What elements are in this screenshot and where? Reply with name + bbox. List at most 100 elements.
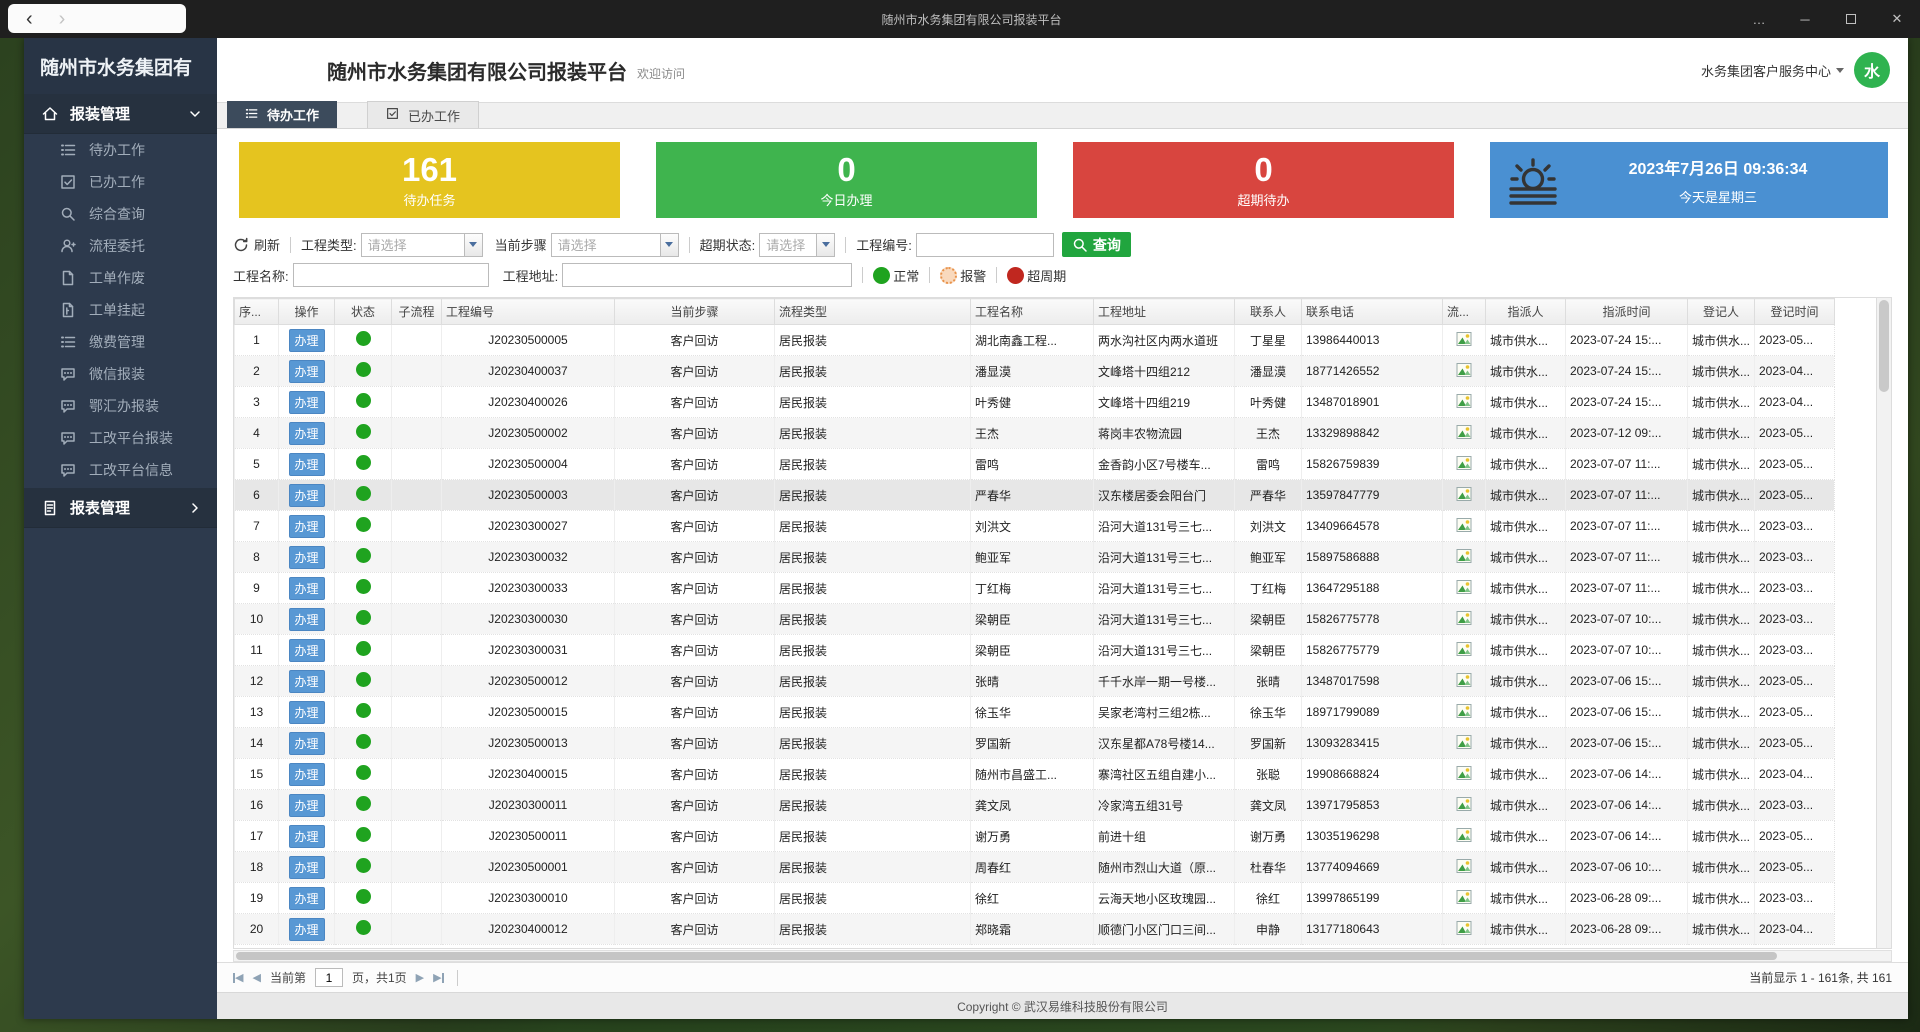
- flowchart-icon[interactable]: [1456, 889, 1472, 905]
- name-input[interactable]: [293, 263, 489, 287]
- prev-page-icon[interactable]: ◀: [252, 971, 260, 984]
- handle-button[interactable]: 办理: [289, 515, 325, 538]
- maximize-icon[interactable]: [1828, 0, 1874, 38]
- table-row[interactable]: 15办理J20230400015客户回访居民报装随州市昌盛工...寨湾社区五组自…: [235, 759, 1835, 790]
- table-row[interactable]: 12办理J20230500012客户回访居民报装张晴千千水岸一期一号楼...张晴…: [235, 666, 1835, 697]
- flowchart-icon[interactable]: [1456, 796, 1472, 812]
- stat-card-待办任务[interactable]: 161待办任务: [239, 142, 620, 218]
- column-header-工程地址[interactable]: 工程地址: [1094, 299, 1235, 325]
- handle-button[interactable]: 办理: [289, 422, 325, 445]
- table-row[interactable]: 11办理J20230300031客户回访居民报装梁朝臣沿河大道131号三七...…: [235, 635, 1835, 666]
- column-header-子流程[interactable]: 子流程: [392, 299, 442, 325]
- flowchart-icon[interactable]: [1456, 610, 1472, 626]
- flowchart-icon[interactable]: [1456, 672, 1472, 688]
- last-page-icon[interactable]: ▶: [433, 971, 443, 984]
- flowchart-icon[interactable]: [1456, 765, 1472, 781]
- sidebar-item-综合查询[interactable]: 综合查询: [24, 198, 217, 230]
- sidebar-item-微信报装[interactable]: 微信报装: [24, 358, 217, 390]
- flowchart-icon[interactable]: [1456, 579, 1472, 595]
- forward-icon[interactable]: ›: [59, 9, 66, 29]
- flowchart-icon[interactable]: [1456, 517, 1472, 533]
- next-page-icon[interactable]: ▶: [416, 971, 424, 984]
- column-header-联系人[interactable]: 联系人: [1235, 299, 1302, 325]
- flowchart-icon[interactable]: [1456, 920, 1472, 936]
- sidebar-group-baozhuang[interactable]: 报装管理: [24, 94, 217, 134]
- handle-button[interactable]: 办理: [289, 763, 325, 786]
- sidebar-group-baobiao[interactable]: 报表管理: [24, 488, 217, 528]
- sidebar-item-工单挂起[interactable]: 工单挂起: [24, 294, 217, 326]
- handle-button[interactable]: 办理: [289, 329, 325, 352]
- table-row[interactable]: 10办理J20230300030客户回访居民报装梁朝臣沿河大道131号三七...…: [235, 604, 1835, 635]
- user-center-menu[interactable]: 水务集团客户服务中心: [1701, 61, 1844, 80]
- table-row[interactable]: 6办理J20230500003客户回访居民报装严春华汉东楼居委会阳台门严春华13…: [235, 480, 1835, 511]
- column-header-联系电话[interactable]: 联系电话: [1302, 299, 1443, 325]
- handle-button[interactable]: 办理: [289, 856, 325, 879]
- first-page-icon[interactable]: ◀: [233, 971, 243, 984]
- refresh-button[interactable]: 刷新: [233, 235, 280, 254]
- table-row[interactable]: 19办理J20230300010客户回访居民报装徐红云海天地小区玫瑰园...徐红…: [235, 883, 1835, 914]
- flowchart-icon[interactable]: [1456, 362, 1472, 378]
- handle-button[interactable]: 办理: [289, 794, 325, 817]
- flowchart-icon[interactable]: [1456, 393, 1472, 409]
- column-header-流...[interactable]: 流...: [1443, 299, 1486, 325]
- tab-pending-work[interactable]: 待办工作: [227, 101, 337, 128]
- handle-button[interactable]: 办理: [289, 639, 325, 662]
- table-row[interactable]: 3办理J20230400026客户回访居民报装叶秀健文峰塔十四组219叶秀健13…: [235, 387, 1835, 418]
- addr-input[interactable]: [562, 263, 852, 287]
- sidebar-item-待办工作[interactable]: 待办工作: [24, 134, 217, 166]
- search-button[interactable]: 查询: [1062, 232, 1131, 257]
- table-row[interactable]: 8办理J20230300032客户回访居民报装鲍亚军沿河大道131号三七...鲍…: [235, 542, 1835, 573]
- column-header-序...[interactable]: 序...: [235, 299, 279, 325]
- close-icon[interactable]: ✕: [1874, 0, 1920, 38]
- table-row[interactable]: 16办理J20230300011客户回访居民报装龚文凤冷家湾五组31号龚文凤13…: [235, 790, 1835, 821]
- handle-button[interactable]: 办理: [289, 918, 325, 941]
- horizontal-scrollbar[interactable]: [233, 950, 1892, 962]
- column-header-当前步骤[interactable]: 当前步骤: [615, 299, 775, 325]
- flowchart-icon[interactable]: [1456, 734, 1472, 750]
- table-row[interactable]: 4办理J20230500002客户回访居民报装王杰蒋岗丰农物流园王杰133298…: [235, 418, 1835, 449]
- handle-button[interactable]: 办理: [289, 546, 325, 569]
- column-header-状态[interactable]: 状态: [335, 299, 392, 325]
- flowchart-icon[interactable]: [1456, 703, 1472, 719]
- handle-button[interactable]: 办理: [289, 453, 325, 476]
- handle-button[interactable]: 办理: [289, 670, 325, 693]
- handle-button[interactable]: 办理: [289, 608, 325, 631]
- sidebar-item-缴费管理[interactable]: 缴费管理: [24, 326, 217, 358]
- flowchart-icon[interactable]: [1456, 331, 1472, 347]
- sidebar-item-工单作废[interactable]: 工单作废: [24, 262, 217, 294]
- sidebar-item-流程委托[interactable]: 流程委托: [24, 230, 217, 262]
- minimize-icon[interactable]: ─: [1782, 0, 1828, 38]
- flowchart-icon[interactable]: [1456, 455, 1472, 471]
- page-input[interactable]: [315, 968, 343, 987]
- type-select[interactable]: 请选择: [361, 233, 483, 257]
- code-input[interactable]: [916, 233, 1054, 257]
- column-header-指派人[interactable]: 指派人: [1486, 299, 1566, 325]
- column-header-工程名称[interactable]: 工程名称: [971, 299, 1094, 325]
- handle-button[interactable]: 办理: [289, 360, 325, 383]
- tab-done-work[interactable]: 已办工作: [367, 101, 479, 128]
- sidebar-item-已办工作[interactable]: 已办工作: [24, 166, 217, 198]
- handle-button[interactable]: 办理: [289, 391, 325, 414]
- overdue-select[interactable]: 请选择: [759, 233, 835, 257]
- stat-card-超期待办[interactable]: 0超期待办: [1073, 142, 1454, 218]
- column-header-工程编号[interactable]: 工程编号: [442, 299, 615, 325]
- flowchart-icon[interactable]: [1456, 858, 1472, 874]
- vertical-scrollbar[interactable]: [1876, 297, 1892, 949]
- table-row[interactable]: 1办理J20230500005客户回访居民报装湖北南鑫工程...两水沟社区内两水…: [235, 325, 1835, 356]
- avatar[interactable]: 水: [1854, 52, 1890, 88]
- handle-button[interactable]: 办理: [289, 484, 325, 507]
- step-select[interactable]: 请选择: [551, 233, 679, 257]
- table-row[interactable]: 20办理J20230400012客户回访居民报装郑晓霜顺德门小区门口三间...申…: [235, 914, 1835, 945]
- handle-button[interactable]: 办理: [289, 701, 325, 724]
- table-row[interactable]: 2办理J20230400037客户回访居民报装潘显漠文峰塔十四组212潘显漠18…: [235, 356, 1835, 387]
- flowchart-icon[interactable]: [1456, 641, 1472, 657]
- handle-button[interactable]: 办理: [289, 732, 325, 755]
- reload-icon[interactable]: [471, 970, 487, 986]
- table-row[interactable]: 13办理J20230500015客户回访居民报装徐玉华吴家老湾村三组2栋...徐…: [235, 697, 1835, 728]
- flowchart-icon[interactable]: [1456, 827, 1472, 843]
- flowchart-icon[interactable]: [1456, 486, 1472, 502]
- handle-button[interactable]: 办理: [289, 887, 325, 910]
- sidebar-item-鄂汇办报装[interactable]: 鄂汇办报装: [24, 390, 217, 422]
- table-row[interactable]: 9办理J20230300033客户回访居民报装丁红梅沿河大道131号三七...丁…: [235, 573, 1835, 604]
- column-header-登记人[interactable]: 登记人: [1688, 299, 1755, 325]
